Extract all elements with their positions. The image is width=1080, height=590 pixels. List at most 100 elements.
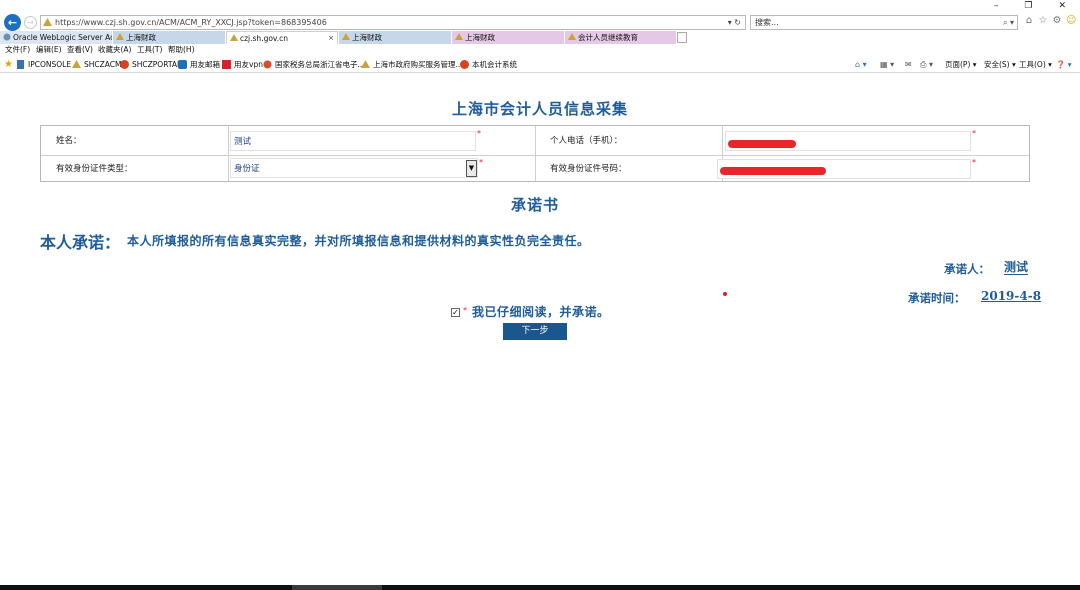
fav-gov-procurement[interactable]: 上海市政府购买服务管理... [361,58,463,71]
fav-shczacm[interactable]: SHCZACM [72,58,121,71]
tab-shanghai-finance-3[interactable]: 上海财政 [452,31,564,44]
required-marker: * [477,129,481,138]
close-window-button[interactable]: ✕ [1058,0,1066,12]
agree-label[interactable]: 我已仔细阅读，并承诺。 [472,303,610,320]
fav-label: SHCZACM [84,60,122,69]
col-divider [535,126,536,181]
site-warning-icon [455,33,463,40]
col-divider [228,126,229,181]
tab-shanghai-finance-1[interactable]: 上海财政 [113,31,225,44]
tab-label: 上海财政 [465,33,495,42]
portal-icon [120,60,129,69]
id-type-select[interactable]: 身份证 ▼ [230,158,478,178]
tab-oracle-weblogic[interactable]: Oracle WebLogic Server Ad... [0,31,112,44]
next-step-button[interactable]: 下一步 [503,323,567,340]
mail-read-icon[interactable]: ✉ [905,58,912,71]
menu-help[interactable]: 帮助(H) [168,44,195,56]
tab-label: 上海财政 [126,33,156,42]
tab-close-icon[interactable]: × [328,32,334,44]
menu-tools-cmd[interactable]: 工具(O) ▾ [1019,58,1052,71]
info-form: 姓名： 测试 * 个人电话（手机）： * 有效身份证件类型： 身份证 ▼ * 有… [40,125,1030,182]
home-dropdown-icon[interactable]: ⌂ ▾ [855,58,867,71]
fav-label: 国家税务总局浙江省电子... [275,60,365,69]
required-marker: * [479,158,483,167]
home-icon[interactable]: ⌂ [1024,15,1034,26]
feeds-icon[interactable]: ▦ ▾ [880,58,894,71]
pledge-title: 承诺书 [510,196,559,214]
fav-label: 本机会计系统 [472,60,517,69]
pledge-lead: 本人承诺： [40,233,121,252]
settings-gear-icon[interactable]: ⚙ [1052,15,1062,26]
phone-field[interactable] [725,131,971,151]
help-icon[interactable]: ❓ ▾ [1056,58,1072,71]
favorites-star-icon[interactable]: ☆ [1038,15,1048,26]
required-marker: * [972,129,976,138]
new-tab-button[interactable] [677,32,687,43]
search-icon[interactable]: ⌕ ▾ [1003,16,1014,29]
favorites-bar: ★ IPCONSOLE SHCZACM SHCZPORTAL 用友邮箱 用友vp… [0,56,1080,73]
fav-zhejiang-tax[interactable]: 国家税务总局浙江省电子... [263,58,365,71]
back-button[interactable]: ← [4,14,21,31]
weblogic-icon [3,33,11,41]
name-field[interactable]: 测试 [230,131,476,151]
window-titlebar: – ❐ ✕ [0,0,1080,12]
phone-label: 个人电话（手机）： [550,136,623,146]
forward-button[interactable]: → [24,16,37,29]
address-text[interactable]: https://www.czj.sh.gov.cn/ACM/ACM_RY_XXC… [55,16,327,29]
signer-value: 测试 [1004,260,1029,275]
tab-continuing-education[interactable]: 会计人员继续教育 [565,31,676,44]
fav-ipconsole[interactable]: IPCONSOLE [16,58,71,71]
site-warning-icon [568,33,576,40]
required-dot [723,292,727,296]
site-warning-icon [72,60,81,68]
pledge-body: 本人所填报的所有信息真实完整，并对所填报信息和提供材料的真实性负完全责任。 [127,234,590,248]
fav-label: IPCONSOLE [28,60,72,69]
taskbar-item[interactable] [292,585,382,590]
browser-icons: ⌂ ☆ ⚙ ☺ [1024,15,1077,26]
search-box[interactable]: 搜索... ⌕ ▾ [750,15,1018,30]
tab-shanghai-finance-2[interactable]: 上海财政 [339,31,451,44]
site-warning-icon [230,34,238,41]
fav-shczportal[interactable]: SHCZPORTAL [120,58,181,71]
address-bar[interactable]: https://www.czj.sh.gov.cn/ACM/ACM_RY_XXC… [40,15,746,30]
tab-label: 会计人员继续教育 [578,33,638,42]
tab-strip: Oracle WebLogic Server Ad... 上海财政 czj.sh… [0,31,1080,44]
menu-tools[interactable]: 工具(T) [137,44,162,56]
site-warning-icon [342,33,350,40]
date-value: 2019-4-8 [981,289,1042,303]
menu-favorites[interactable]: 收藏夹(A) [98,44,131,56]
menu-edit[interactable]: 编辑(E) [36,44,62,56]
name-value[interactable]: 测试 [234,136,251,148]
fav-yonyou-mail[interactable]: 用友邮箱 [178,58,220,71]
id-type-value[interactable]: 身份证 [234,163,260,175]
fav-local-accounting[interactable]: 本机会计系统 [460,58,517,71]
taskbar [0,585,1080,590]
emblem-icon [263,60,272,69]
menu-safety[interactable]: 安全(S) ▾ [984,58,1016,71]
agree-checkbox[interactable]: ✓ [451,308,460,317]
minimize-button[interactable]: – [994,0,999,12]
fav-yonyou-vpn[interactable]: 用友vpn [222,58,263,71]
print-icon[interactable]: ⎙ ▾ [920,58,933,71]
name-label: 姓名： [56,136,82,146]
dropdown-arrow-icon[interactable]: ▼ [466,160,477,177]
accounting-icon [460,60,469,69]
site-warning-icon [116,33,124,40]
tab-czj-active[interactable]: czj.sh.gov.cn × [226,31,338,44]
favorites-star-icon[interactable]: ★ [4,59,13,70]
date-label: 承诺时间： [908,291,966,305]
fav-label: 用友vpn [234,60,263,69]
menu-view[interactable]: 查看(V) [67,44,93,56]
restore-button[interactable]: ❐ [1024,0,1032,12]
search-input[interactable]: 搜索... [755,16,779,29]
menu-file[interactable]: 文件(F) [5,44,30,56]
menu-page[interactable]: 页面(P) ▾ [945,58,977,71]
signer-label: 承诺人： [944,262,990,276]
page-icon [17,60,24,69]
tab-label: 上海财政 [352,33,382,42]
feedback-smiley-icon[interactable]: ☺ [1066,15,1076,26]
refresh-icon[interactable]: ▾ ↻ [728,16,741,29]
required-marker: * [463,306,467,315]
required-marker: * [972,158,976,167]
id-number-field[interactable] [717,159,971,179]
